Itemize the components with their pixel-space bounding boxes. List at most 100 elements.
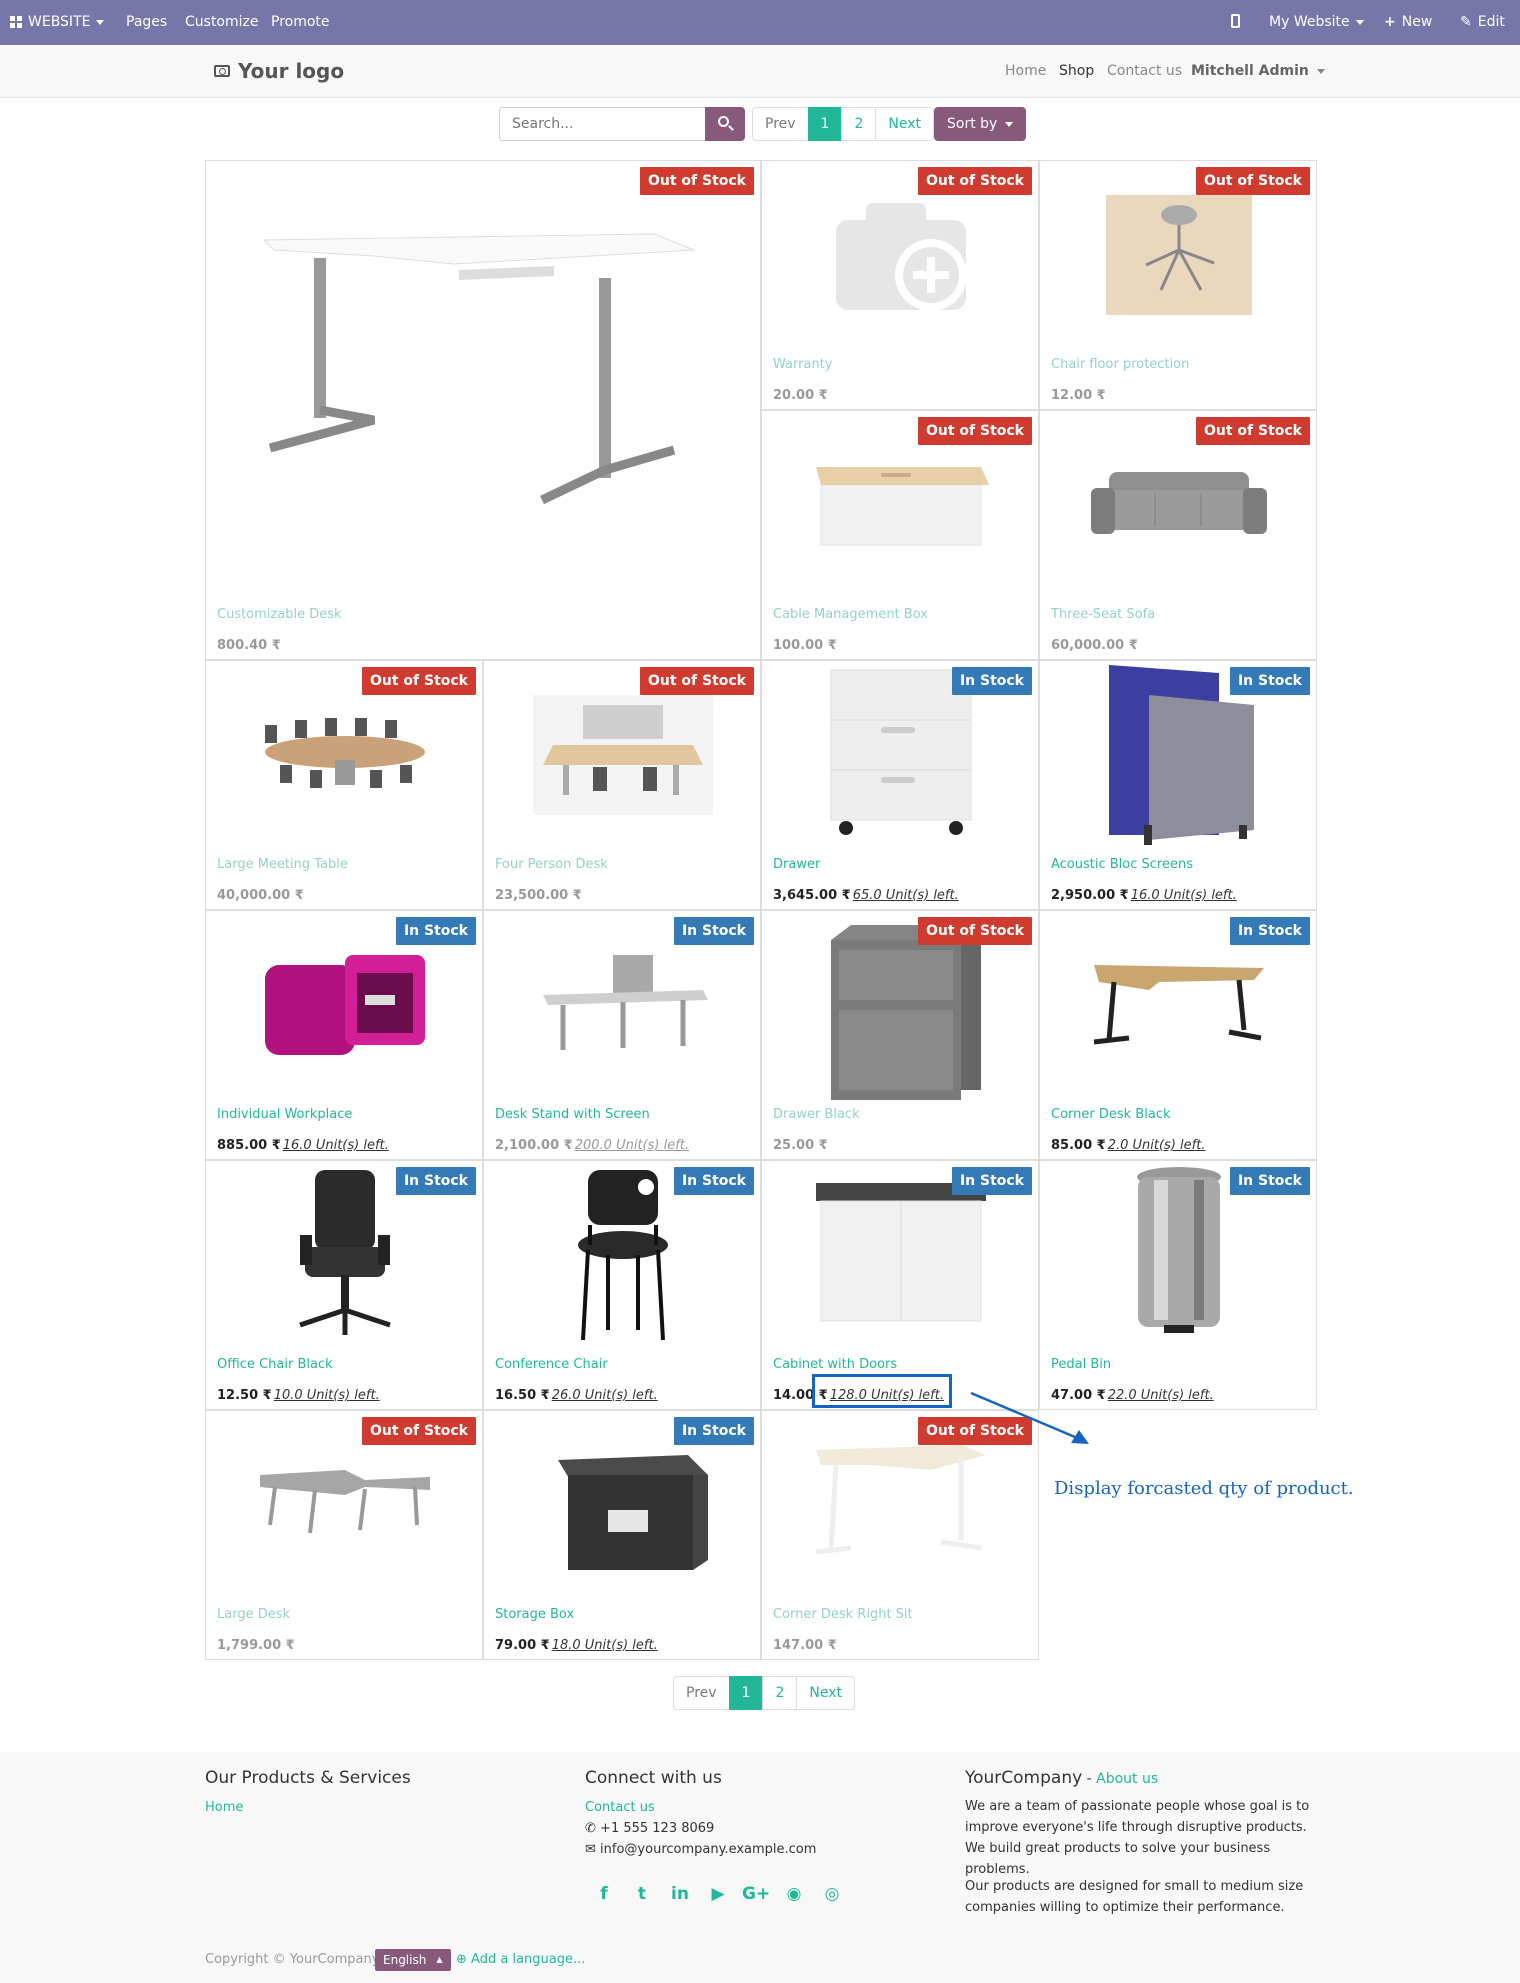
product-image[interactable]	[811, 1180, 991, 1334]
stock-badge: In Stock	[673, 1417, 754, 1445]
github-icon[interactable]: ◉	[780, 1881, 808, 1907]
product-card[interactable]: In Stock Storage Box 79.00 ₹18.0 Unit(s) l…	[483, 1410, 761, 1660]
forecasted-qty: 22.0 Unit(s) left.	[1107, 1388, 1214, 1403]
site-logo[interactable]: Your logo	[214, 59, 344, 83]
product-image[interactable]	[831, 195, 971, 319]
about-us-link[interactable]: About us	[1096, 1771, 1158, 1787]
product-image[interactable]	[1089, 460, 1269, 554]
product-name[interactable]: Individual Workplace	[217, 1107, 352, 1122]
product-image[interactable]	[811, 455, 991, 559]
product-card[interactable]: Out of Stock Customizable Desk 800.40 ₹	[205, 160, 761, 660]
product-name[interactable]: Office Chair Black	[217, 1357, 333, 1372]
product-name[interactable]: Acoustic Bloc Screens	[1051, 857, 1193, 872]
product-card[interactable]: In Stock Individual Workplace 885.00 ₹16.0…	[205, 910, 483, 1160]
pager-page-1[interactable]: 1	[728, 1676, 764, 1710]
search-input[interactable]	[499, 107, 707, 141]
forecasted-qty: 65.0 Unit(s) left.	[852, 888, 959, 903]
product-card[interactable]: In Stock Office Chair Black 12.50 ₹10.0 Un…	[205, 1160, 483, 1410]
product-image[interactable]	[1124, 1165, 1234, 1349]
product-name[interactable]: Drawer	[773, 857, 820, 872]
product-name[interactable]: Warranty	[773, 357, 832, 372]
product-card[interactable]: Out of Stock Warranty 20.00 ₹	[761, 160, 1039, 410]
pager-prev[interactable]: Prev	[673, 1676, 730, 1710]
sort-by-button[interactable]: Sort by	[934, 107, 1027, 141]
twitter-icon[interactable]: t	[628, 1881, 656, 1907]
facebook-icon[interactable]: f	[590, 1881, 618, 1907]
product-card[interactable]: Out of Stock Drawer Black 25.00 ₹	[761, 910, 1039, 1160]
product-card[interactable]: Out of Stock Large Desk 1,799.00 ₹	[205, 1410, 483, 1660]
promote-menu[interactable]: Promote	[271, 14, 330, 30]
product-card[interactable]: In Stock Drawer 3,645.00 ₹65.0 Unit(s) lef…	[761, 660, 1039, 910]
mobile-preview-button[interactable]	[1231, 14, 1240, 28]
plus-icon: +	[1384, 14, 1396, 30]
footer-home-link[interactable]: Home	[205, 1800, 243, 1815]
product-name[interactable]: Large Meeting Table	[217, 857, 348, 872]
product-name[interactable]: Storage Box	[495, 1607, 574, 1622]
product-name[interactable]: Customizable Desk	[217, 607, 342, 622]
new-button[interactable]: + New	[1384, 14, 1432, 30]
product-card[interactable]: In Stock Acoustic Bloc Screens 2,950.00 ₹1…	[1039, 660, 1317, 910]
pager-prev[interactable]: Prev	[752, 107, 809, 141]
linkedin-icon[interactable]: in	[666, 1881, 694, 1907]
nav-contact-us[interactable]: Contact us	[1107, 63, 1182, 79]
youtube-icon[interactable]: ▶	[704, 1881, 732, 1907]
product-image[interactable]	[568, 1165, 678, 1349]
product-image[interactable]	[533, 695, 713, 819]
product-card[interactable]: Out of Stock Four Person Desk 23,500.00 ₹	[483, 660, 761, 910]
nav-shop[interactable]: Shop	[1059, 63, 1094, 79]
instagram-icon[interactable]: ◎	[818, 1881, 846, 1907]
product-image[interactable]	[290, 1165, 400, 1349]
product-name[interactable]: Chair floor protection	[1051, 357, 1189, 372]
pager-page-2[interactable]: 2	[762, 1676, 798, 1710]
pages-menu[interactable]: Pages	[126, 14, 167, 30]
product-name[interactable]: Three-Seat Sofa	[1051, 607, 1155, 622]
product-image[interactable]	[811, 1440, 991, 1574]
nav-home[interactable]: Home	[1005, 63, 1046, 79]
product-image[interactable]	[254, 220, 714, 544]
product-card[interactable]: Out of Stock Chair floor protection 12.00 …	[1039, 160, 1317, 410]
pager-page-1[interactable]: 1	[807, 107, 843, 141]
product-name[interactable]: Corner Desk Black	[1051, 1107, 1170, 1122]
product-image[interactable]	[255, 1465, 435, 1549]
search-button[interactable]	[705, 107, 745, 141]
mobile-icon	[1231, 14, 1240, 28]
product-name[interactable]: Corner Desk Right Sit	[773, 1607, 913, 1622]
product-name[interactable]: Conference Chair	[495, 1357, 608, 1372]
language-selector[interactable]: English ▲	[375, 1949, 451, 1971]
product-name[interactable]: Cabinet with Doors	[773, 1357, 897, 1372]
product-image[interactable]	[533, 950, 713, 1064]
product-name[interactable]: Large Desk	[217, 1607, 290, 1622]
product-name[interactable]: Drawer Black	[773, 1107, 860, 1122]
product-card[interactable]: Out of Stock Three-Seat Sofa 60,000.00 ₹	[1039, 410, 1317, 660]
product-image[interactable]	[255, 710, 435, 804]
footer-company-title: YourCompany - About us	[965, 1768, 1159, 1788]
product-name[interactable]: Desk Stand with Screen	[495, 1107, 650, 1122]
product-card[interactable]: In Stock Corner Desk Black 85.00 ₹2.0 Unit…	[1039, 910, 1317, 1160]
product-card[interactable]: Out of Stock Cable Management Box 100.00 ₹	[761, 410, 1039, 660]
product-card[interactable]: Out of Stock Large Meeting Table 40,000.00…	[205, 660, 483, 910]
product-name[interactable]: Cable Management Box	[773, 607, 928, 622]
customize-menu[interactable]: Customize	[185, 14, 259, 30]
footer-products-title: Our Products & Services	[205, 1768, 411, 1788]
pager-next[interactable]: Next	[796, 1676, 856, 1710]
product-price: 25.00 ₹	[773, 1138, 828, 1153]
product-image[interactable]	[533, 1430, 713, 1584]
user-menu[interactable]: Mitchell Admin	[1191, 63, 1325, 79]
pager-next[interactable]: Next	[875, 107, 935, 141]
website-menu[interactable]: WEBSITE	[10, 14, 105, 30]
product-card[interactable]: In Stock Cabinet with Doors 14.00 ₹128.0 U…	[761, 1160, 1039, 1410]
product-name[interactable]: Four Person Desk	[495, 857, 608, 872]
product-card[interactable]: In Stock Conference Chair 16.50 ₹26.0 Unit…	[483, 1160, 761, 1410]
add-language-link[interactable]: ⊕ Add a language...	[456, 1952, 585, 1967]
product-image[interactable]	[1106, 195, 1252, 319]
footer-contact-link[interactable]: Contact us	[585, 1800, 655, 1815]
google-plus-icon[interactable]: G+	[742, 1881, 770, 1907]
edit-button[interactable]: ✎ Edit	[1460, 14, 1505, 30]
product-name[interactable]: Pedal Bin	[1051, 1357, 1111, 1372]
product-image[interactable]	[255, 945, 435, 1069]
pager-page-2[interactable]: 2	[841, 107, 877, 141]
product-card[interactable]: In Stock Pedal Bin 47.00 ₹22.0 Unit(s) lef…	[1039, 1160, 1317, 1410]
product-image[interactable]	[1089, 960, 1269, 1054]
product-card[interactable]: In Stock Desk Stand with Screen 2,100.00 ₹…	[483, 910, 761, 1160]
my-website-menu[interactable]: My Website	[1269, 14, 1364, 30]
